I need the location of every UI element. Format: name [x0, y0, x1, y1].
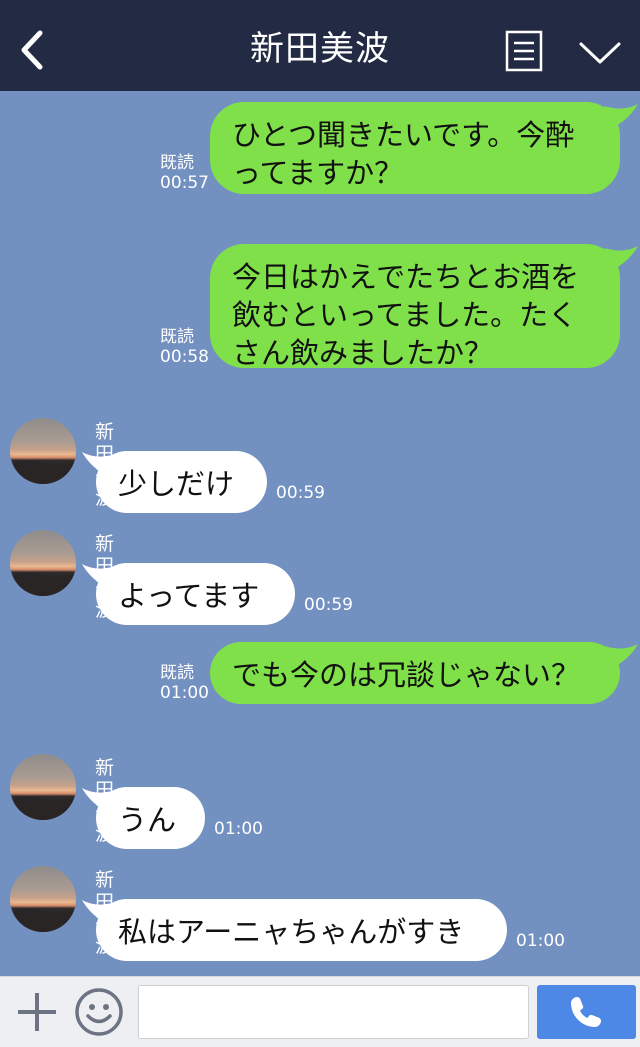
chat-title: 新田美波	[250, 29, 390, 69]
avatar[interactable]	[10, 866, 76, 932]
bubble-tail	[604, 644, 638, 666]
chevron-down-icon[interactable]	[578, 38, 622, 66]
read-receipt: 既読 01:00	[160, 663, 209, 703]
bubble-tail	[604, 246, 638, 268]
message-bubble[interactable]: 少しだけ	[96, 451, 267, 513]
phone-icon	[571, 997, 601, 1027]
message-bubble[interactable]: 今日はかえでたちとお酒を 飲むといってました。たく さん飲みましたか？	[210, 244, 620, 370]
list-icon[interactable]	[505, 30, 543, 72]
message-bubble[interactable]: 私はアーニャちゃんがすき	[96, 899, 507, 961]
message-time: 01:00	[214, 819, 263, 839]
message-input[interactable]	[138, 985, 529, 1039]
message-time: 00:59	[304, 595, 353, 615]
message-bubble[interactable]: ひとつ聞きたいです。今酔 ってますか？	[210, 102, 620, 194]
message-bubble[interactable]: でも今のは冗談じゃない？	[210, 642, 620, 704]
smiley-icon[interactable]	[74, 987, 124, 1037]
avatar[interactable]	[10, 530, 76, 596]
read-receipt: 既読 00:58	[160, 327, 209, 367]
message-time: 01:00	[516, 931, 565, 951]
plus-icon[interactable]	[16, 991, 58, 1033]
message-time: 00:59	[276, 483, 325, 503]
message-input-bar	[0, 976, 640, 1047]
chat-header: 新田美波	[0, 0, 640, 91]
avatar[interactable]	[10, 754, 76, 820]
avatar[interactable]	[10, 418, 76, 484]
call-button[interactable]	[537, 985, 636, 1039]
read-receipt: 既読 00:57	[160, 153, 209, 193]
message-bubble[interactable]: よってます	[96, 563, 295, 625]
message-bubble[interactable]: うん	[96, 787, 205, 849]
bubble-tail	[604, 104, 638, 126]
